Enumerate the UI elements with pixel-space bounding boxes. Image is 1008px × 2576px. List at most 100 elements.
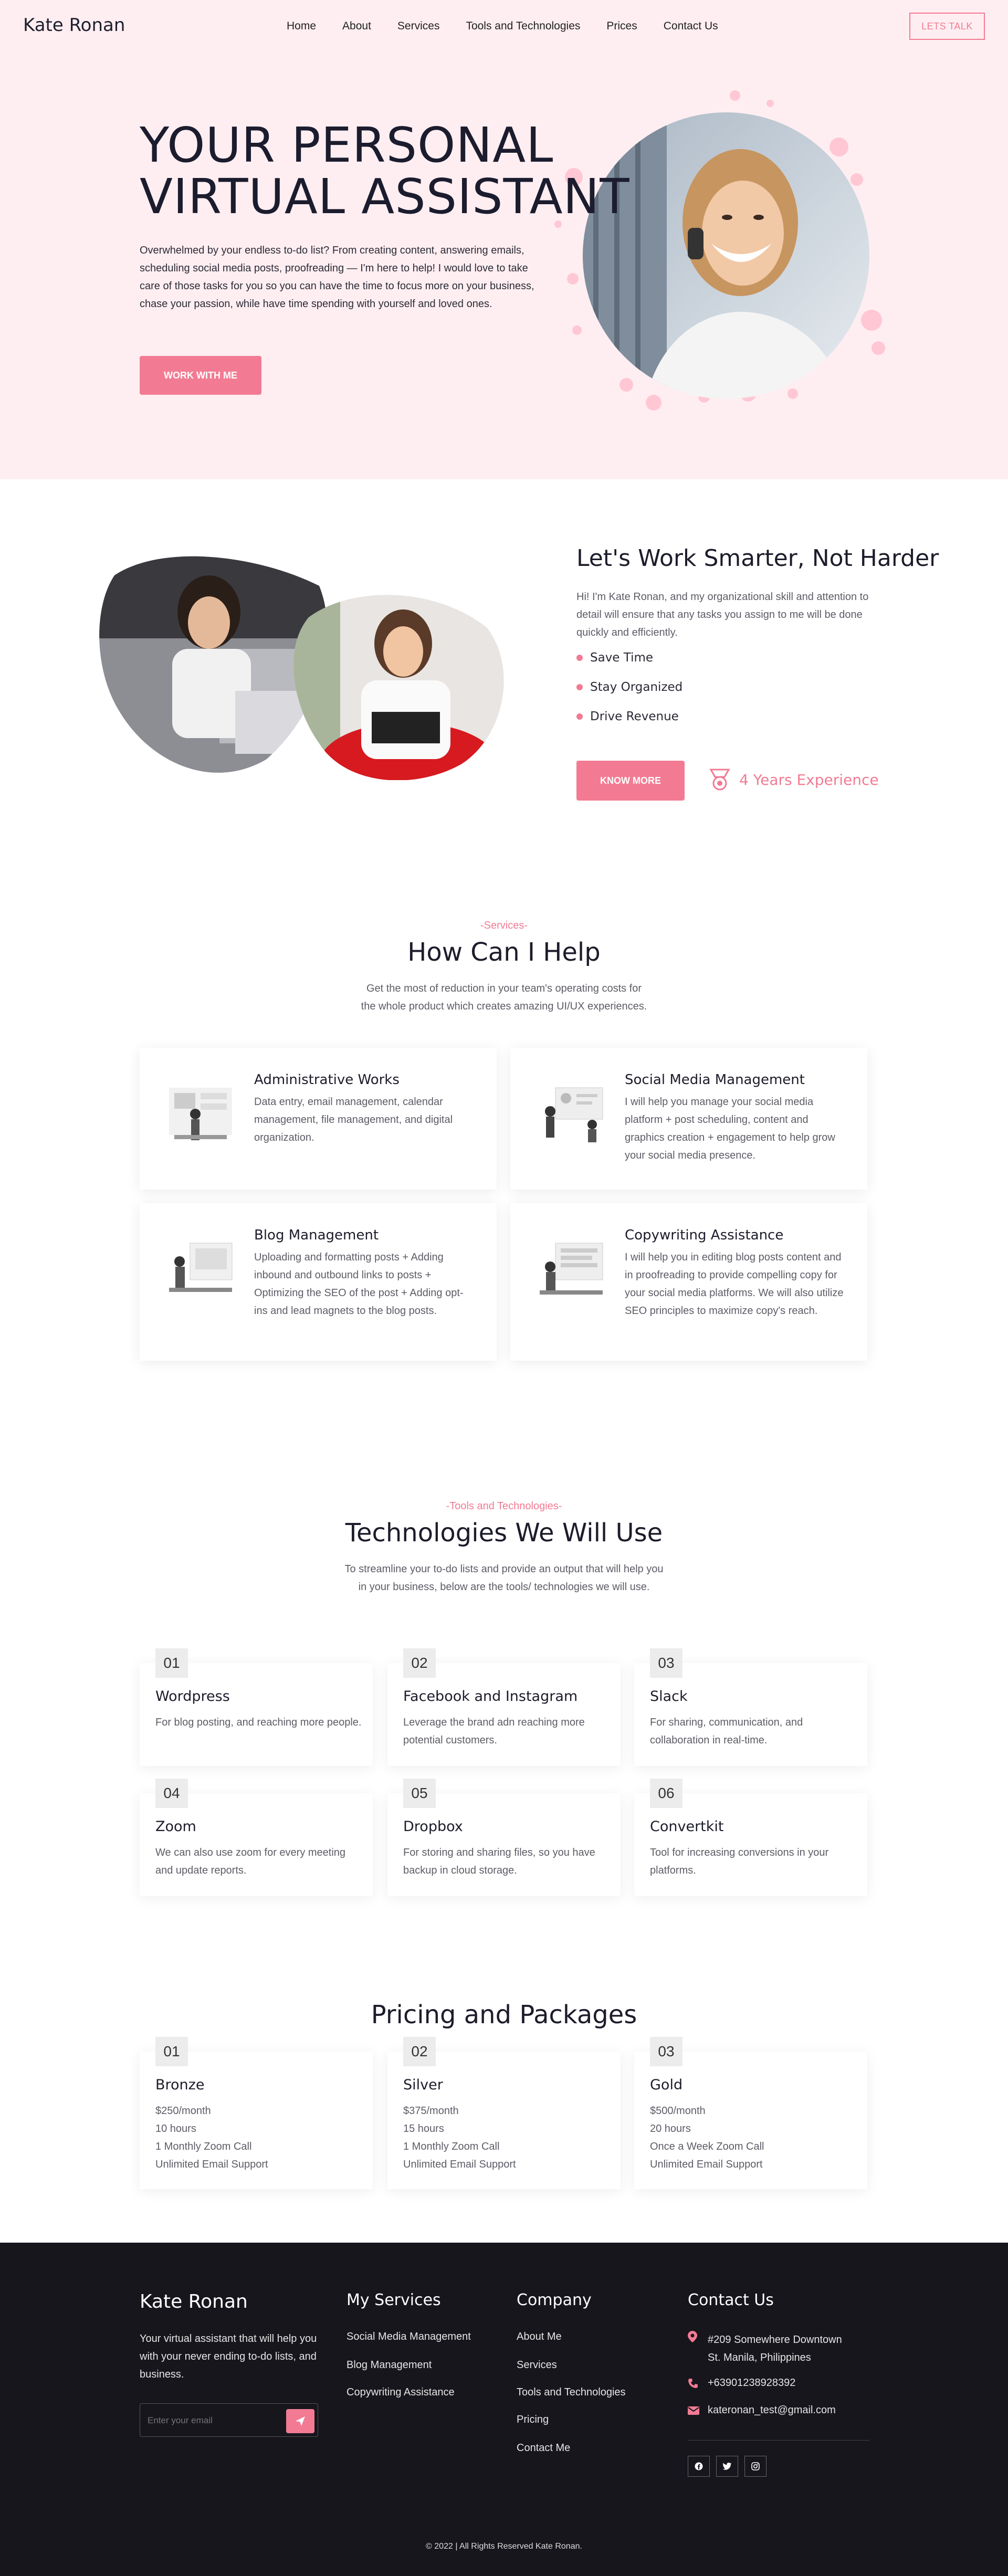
footer-contact-title: Contact Us [688, 2291, 774, 2309]
plan-details: $375/month 15 hours 1 Monthly Zoom Call Unl… [403, 2105, 516, 2170]
decor-dot [646, 395, 662, 411]
tool-card[interactable]: 04 Zoom We can also use zoom for every m… [140, 1779, 373, 1896]
footer-company-link[interactable]: Contact Me [517, 2442, 570, 2454]
instagram-button[interactable] [744, 2456, 766, 2477]
decor-dot [567, 273, 579, 285]
tool-title: Zoom [155, 1818, 196, 1835]
footer-address: #209 Somewhere Downtown St. Manila, Phili… [708, 2334, 842, 2363]
newsletter-form [140, 2403, 318, 2437]
know-more-button[interactable]: KNOW MORE [576, 761, 685, 801]
pricing-card-silver[interactable]: 02 Silver $375/month 15 hours 1 Monthly Zo… [387, 2037, 621, 2189]
footer-phone[interactable]: +63901238928392 [708, 2377, 795, 2389]
tool-card[interactable]: 03 Slack For sharing, communication, and… [634, 1648, 867, 1766]
facebook-icon [695, 2462, 703, 2470]
tool-number: 04 [155, 1779, 188, 1808]
tool-text: Tool for increasing conversions in your … [650, 1847, 829, 1876]
tool-text: We can also use zoom for every meeting a… [155, 1847, 346, 1876]
send-button[interactable] [286, 2409, 314, 2433]
bullet-dot [576, 684, 583, 690]
services-tag: -Services- [480, 920, 528, 931]
tool-number: 02 [403, 1648, 436, 1678]
plan-number: 02 [403, 2037, 436, 2066]
pricing-card-gold[interactable]: 03 Gold $500/month 20 hours Once a Week Zo… [634, 2037, 867, 2189]
tool-number: 06 [650, 1779, 682, 1808]
tool-title: Facebook and Instagram [403, 1688, 578, 1705]
pricing-card-bronze[interactable]: 01 Bronze $250/month 10 hours 1 Monthly Zo… [140, 2037, 373, 2189]
service-card-copywriting[interactable]: Copywriting Assistance I will help you i… [510, 1203, 867, 1361]
footer-service-link[interactable]: Blog Management [346, 2359, 432, 2371]
service-card-blog[interactable]: Blog Management Uploading and formatting… [140, 1203, 497, 1361]
facebook-button[interactable] [688, 2456, 710, 2477]
decor-dot [620, 378, 633, 392]
tool-title: Convertkit [650, 1818, 724, 1835]
social-illustration-icon [545, 1087, 603, 1142]
services-title: How Can I Help [407, 938, 601, 967]
decor-dot [766, 100, 774, 107]
tool-card[interactable]: 06 Convertkit Tool for increasing conver… [634, 1779, 867, 1896]
bullet-dot [576, 655, 583, 661]
send-icon [296, 2416, 305, 2426]
nav-tools[interactable]: Tools and Technologies [466, 20, 580, 33]
service-card-social[interactable]: Social Media Management I will help you … [510, 1048, 867, 1190]
footer-company-link[interactable]: Tools and Technologies [517, 2386, 626, 2399]
tool-card[interactable]: 05 Dropbox For storing and sharing files… [387, 1779, 621, 1896]
award-icon [709, 769, 730, 791]
service-text: I will help you in editing blog posts co… [625, 1252, 844, 1317]
hero-text: Overwhelmed by your endless to-do list? … [140, 245, 534, 310]
service-text: I will help you manage your social media… [625, 1096, 835, 1161]
service-card-admin[interactable]: Administrative Works Data entry, email m… [140, 1048, 497, 1190]
experience-badge: 4 Years Experience [709, 767, 879, 792]
footer-service-link[interactable]: Social Media Management [346, 2331, 471, 2343]
phone-icon [688, 2379, 698, 2388]
service-title: Social Media Management [625, 1072, 805, 1088]
nav-services[interactable]: Services [397, 20, 440, 33]
footer-company-link[interactable]: About Me [517, 2331, 562, 2343]
plan-details: $500/month 20 hours Once a Week Zoom Call U… [650, 2105, 764, 2170]
tool-title: Dropbox [403, 1818, 463, 1835]
decor-dot [850, 173, 863, 186]
plan-number: 01 [155, 2037, 188, 2066]
footer-tagline: Your virtual assistant that will help yo… [140, 2333, 317, 2380]
lets-talk-button[interactable]: LETS TALK [909, 13, 985, 40]
decor-dot [730, 90, 740, 101]
about-text: Hi! I'm Kate Ronan, and my organizationa… [576, 591, 869, 638]
decor-dot [872, 341, 885, 355]
top-nav: Kate Ronan Home About Services Tools and… [0, 0, 1008, 52]
hero-title: YOUR PERSONAL VIRTUAL ASSISTANT [140, 117, 630, 225]
mail-icon [688, 2406, 699, 2415]
email-input[interactable] [148, 2410, 274, 2431]
decor-dot [788, 388, 798, 399]
footer-service-link[interactable]: Copywriting Assistance [346, 2386, 455, 2399]
nav-contact[interactable]: Contact Us [664, 20, 718, 33]
plan-title: Gold [650, 2077, 683, 2093]
footer: Kate Ronan Your virtual assistant that w… [0, 2243, 1008, 2576]
tool-card[interactable]: 02 Facebook and Instagram Leverage the b… [387, 1648, 621, 1766]
service-title: Copywriting Assistance [625, 1227, 784, 1243]
nav-prices[interactable]: Prices [606, 20, 637, 33]
plan-title: Silver [403, 2077, 443, 2093]
service-title: Blog Management [254, 1227, 379, 1243]
footer-company-link[interactable]: Pricing [517, 2414, 549, 2426]
admin-illustration-icon [169, 1088, 232, 1140]
footer-brand: Kate Ronan [140, 2291, 248, 2312]
brand-logo[interactable]: Kate Ronan [23, 15, 125, 36]
about-images [99, 554, 508, 781]
footer-email[interactable]: kateronan_test@gmail.com [708, 2404, 836, 2416]
location-icon [688, 2331, 697, 2342]
pricing-title: Pricing and Packages [371, 2000, 637, 2030]
tool-text: For storing and sharing files, so you ha… [403, 1847, 595, 1876]
twitter-button[interactable] [716, 2456, 738, 2477]
copyright: © 2022 | All Rights Reserved Kate Ronan. [426, 2542, 582, 2551]
service-title: Administrative Works [254, 1072, 400, 1088]
about-title: Let's Work Smarter, Not Harder [576, 545, 939, 572]
nav-about[interactable]: About [342, 20, 371, 33]
tool-card[interactable]: 01 Wordpress For blog posting, and reach… [140, 1648, 373, 1766]
footer-company-link[interactable]: Services [517, 2359, 557, 2371]
work-with-me-button[interactable]: WORK WITH ME [140, 356, 261, 395]
blog-illustration-icon [169, 1243, 233, 1292]
nav-home[interactable]: Home [287, 20, 316, 33]
bullet-stay-organized: Stay Organized [576, 680, 682, 694]
copywriting-illustration-icon [540, 1243, 603, 1295]
service-text: Data entry, email management, calendar m… [254, 1096, 453, 1143]
plan-title: Bronze [155, 2077, 205, 2093]
